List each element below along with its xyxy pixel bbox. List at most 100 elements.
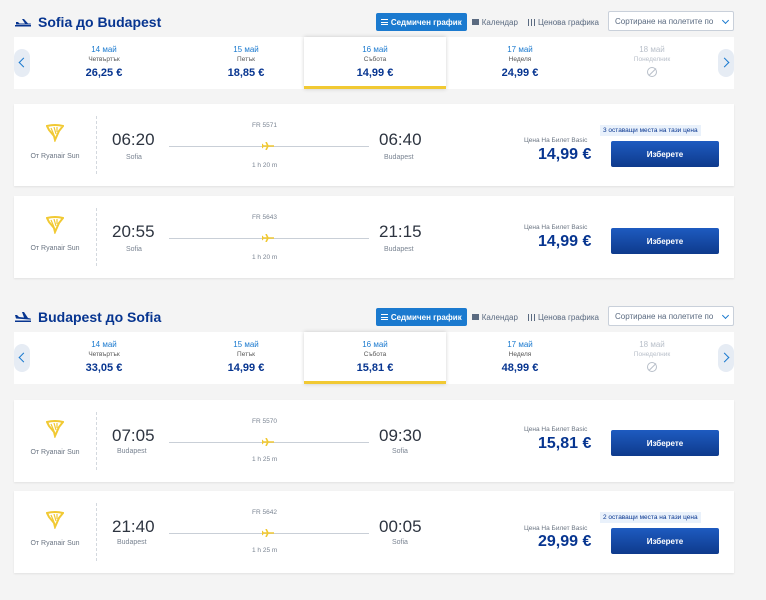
- weekday-label: Петък: [237, 56, 255, 63]
- weekday-label: Понеделник: [633, 351, 671, 358]
- calendar-view-button[interactable]: Календар: [467, 308, 523, 326]
- date-price: 24,99 €: [501, 67, 539, 79]
- fare-label: Цена На Билет Basic: [524, 426, 588, 433]
- calendar-icon: [471, 19, 479, 25]
- date-price: 15,81 €: [356, 362, 394, 374]
- calendar-view-label: Календар: [481, 312, 518, 322]
- flight-price: 29,99 €: [538, 533, 592, 550]
- divider: [96, 116, 97, 174]
- plane-icon: [262, 529, 274, 537]
- date-price: 18,85 €: [227, 67, 265, 79]
- flight-price: 15,81 €: [538, 435, 592, 452]
- chevron-down-icon: [721, 311, 730, 320]
- ryanair-harp-icon: [45, 216, 65, 236]
- select-flight-button[interactable]: Изберете: [611, 528, 719, 554]
- select-flight-button[interactable]: Изберете: [611, 228, 719, 254]
- weekday-label: Неделя: [508, 351, 532, 358]
- calendar-view-button[interactable]: Календар: [467, 13, 523, 31]
- inbound-title: Budapest до Sofia: [38, 309, 162, 325]
- sort-label: Сортиране на полетите по: [615, 311, 714, 321]
- prev-dates-arrow[interactable]: [14, 344, 30, 372]
- departure-city: Sofia: [126, 154, 142, 161]
- operator-label: От Ryanair Sun: [30, 449, 80, 456]
- flight-number: FR 5643: [252, 214, 277, 221]
- sort-select[interactable]: Сортиране на полетите по: [608, 11, 734, 31]
- ryanair-harp-icon: [45, 511, 65, 531]
- inbound-route-title: Budapest до Sofia: [14, 306, 161, 328]
- ryanair-harp-icon: [45, 420, 65, 440]
- date-cell[interactable]: 15 май Петък 14,99 €: [176, 332, 316, 384]
- outbound-title: Sofia до Budapest: [38, 14, 162, 30]
- departure-city: Sofia: [126, 246, 142, 253]
- date-cell[interactable]: 17 май Неделя 24,99 €: [450, 37, 590, 89]
- price-chart-view-label: Ценова графика: [537, 312, 599, 322]
- outbound-view-controls: Седмичен график Календар Ценова графика: [375, 13, 604, 31]
- weekly-view-label: Седмичен график: [390, 17, 462, 27]
- price-chart-view-button[interactable]: Ценова графика: [523, 13, 604, 31]
- arrival-city: Budapest: [384, 246, 414, 253]
- carrier-info: От Ryanair Sun: [14, 196, 96, 278]
- next-dates-arrow[interactable]: [718, 49, 734, 77]
- date-label: 16 май: [362, 340, 388, 349]
- date-cell[interactable]: 14 май Четвъртък 26,25 €: [34, 37, 174, 89]
- price-chart-view-button[interactable]: Ценова графика: [523, 308, 604, 326]
- duration: 1 h 25 m: [252, 456, 278, 463]
- fare-label: Цена На Билет Basic: [524, 525, 588, 532]
- arrival-time: 21:15: [379, 222, 422, 241]
- departure-city: Budapest: [117, 539, 147, 546]
- weekday-label: Петък: [237, 351, 255, 358]
- weekly-view-button[interactable]: Седмичен график: [375, 308, 467, 326]
- date-label: 14 май: [91, 45, 117, 54]
- weekday-label: Понеделник: [633, 56, 671, 63]
- prev-dates-arrow[interactable]: [14, 49, 30, 77]
- outbound-route-title: Sofia до Budapest: [14, 11, 161, 33]
- flight-number: FR 5570: [252, 418, 277, 425]
- departure-time: 07:05: [112, 426, 155, 445]
- sort-select[interactable]: Сортиране на полетите по: [608, 306, 734, 326]
- bar-chart-icon: [527, 18, 535, 26]
- date-cell-selected[interactable]: 16 май Събота 14,99 €: [304, 37, 446, 89]
- plane-icon: [262, 142, 274, 150]
- flight-price: 14,99 €: [538, 233, 592, 250]
- duration: 1 h 20 m: [252, 162, 278, 169]
- divider: [96, 412, 97, 470]
- next-dates-arrow[interactable]: [718, 344, 734, 372]
- outbound-header: Sofia до Budapest Седмичен график Календ…: [14, 11, 734, 33]
- date-price: 48,99 €: [501, 362, 539, 374]
- no-flights-icon: [647, 67, 657, 77]
- operator-label: От Ryanair Sun: [30, 540, 80, 547]
- plane-icon: [262, 438, 274, 446]
- weekday-label: Събота: [363, 56, 387, 63]
- inbound-header: Budapest до Sofia Седмичен график Календ…: [14, 306, 734, 328]
- weekly-view-label: Седмичен график: [390, 312, 462, 322]
- date-label: 17 май: [507, 340, 533, 349]
- sort-label: Сортиране на полетите по: [615, 16, 714, 26]
- carrier-info: От Ryanair Sun: [14, 104, 96, 186]
- date-cell[interactable]: 17 май Неделя 48,99 €: [450, 332, 590, 384]
- select-flight-button[interactable]: Изберете: [611, 430, 719, 456]
- list-icon: [380, 314, 388, 320]
- departure-city: Budapest: [117, 448, 147, 455]
- select-flight-button[interactable]: Изберете: [611, 141, 719, 167]
- operator-label: От Ryanair Sun: [30, 153, 80, 160]
- list-icon: [380, 19, 388, 25]
- date-cell-selected[interactable]: 16 май Събота 15,81 €: [304, 332, 446, 384]
- divider: [96, 208, 97, 266]
- no-flights-icon: [647, 362, 657, 372]
- date-cell-disabled: 18 май Понеделник: [592, 332, 712, 384]
- arrival-time: 00:05: [379, 517, 422, 536]
- date-label: 15 май: [233, 340, 259, 349]
- divider: [96, 503, 97, 561]
- date-price: 14,99 €: [356, 67, 394, 79]
- date-cell[interactable]: 15 май Петък 18,85 €: [176, 37, 316, 89]
- date-cell[interactable]: 14 май Четвъртък 33,05 €: [34, 332, 174, 384]
- date-price: 33,05 €: [85, 362, 123, 374]
- weekly-view-button[interactable]: Седмичен график: [375, 13, 467, 31]
- price-chart-view-label: Ценова графика: [537, 17, 599, 27]
- ryanair-harp-icon: [45, 124, 65, 144]
- outbound-date-strip: 14 май Четвъртък 26,25 € 15 май Петък 18…: [14, 37, 734, 89]
- plane-landing-icon: [15, 312, 31, 322]
- flight-card: От Ryanair Sun 06:20 Sofia FR 5571 1 h 2…: [14, 104, 734, 186]
- duration: 1 h 25 m: [252, 547, 278, 554]
- arrival-time: 09:30: [379, 426, 422, 445]
